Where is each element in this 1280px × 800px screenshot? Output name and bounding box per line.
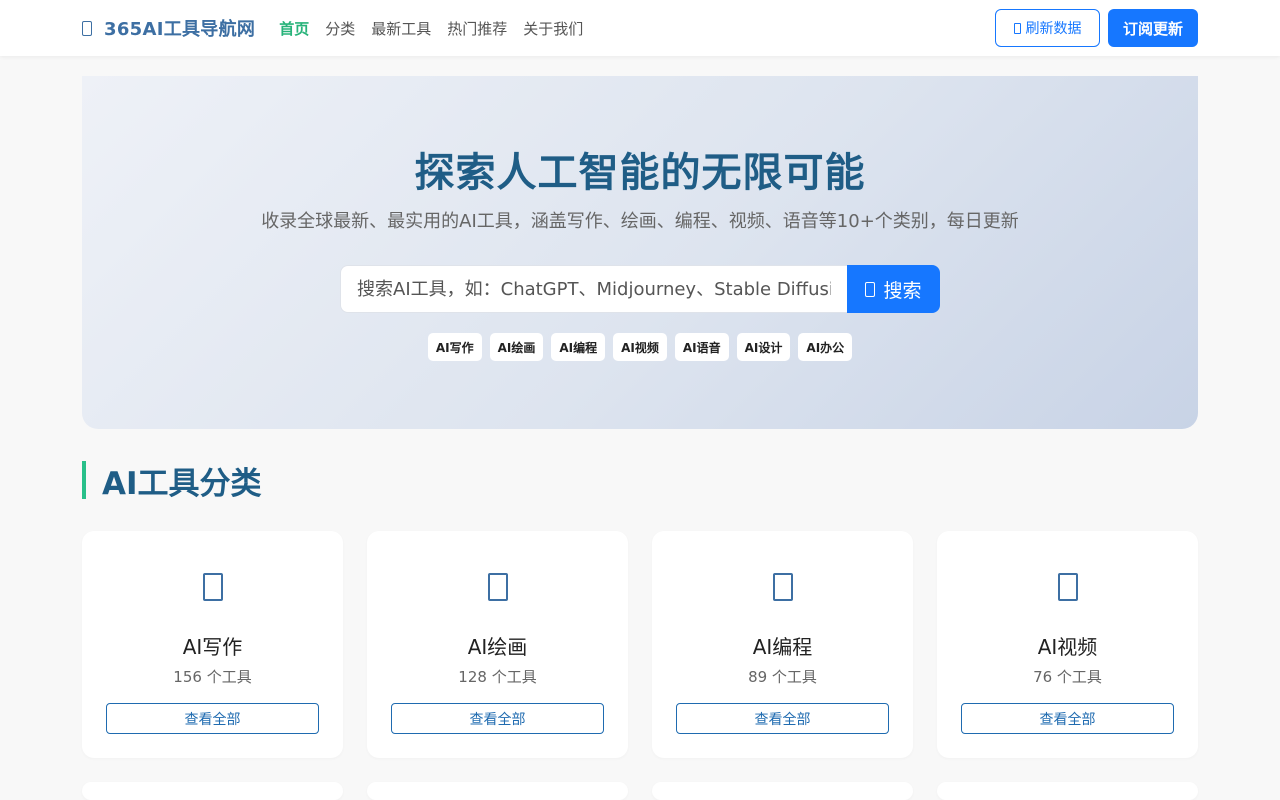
palette-icon bbox=[488, 573, 508, 601]
category-card-next-row[interactable] bbox=[652, 782, 913, 800]
tag-ai-office[interactable]: AI办公 bbox=[798, 333, 853, 361]
category-name: AI编程 bbox=[752, 635, 813, 659]
search-input[interactable] bbox=[340, 265, 847, 313]
search-bar: 搜索 bbox=[340, 265, 940, 313]
hero-subtitle: 收录全球最新、最实用的AI工具，涵盖写作、绘画、编程、视频、语音等10+个类别，… bbox=[261, 211, 1019, 232]
category-count: 89 个工具 bbox=[748, 668, 817, 686]
nav-link-categories[interactable]: 分类 bbox=[325, 18, 355, 39]
category-name: AI视频 bbox=[1037, 635, 1098, 659]
category-name: AI绘画 bbox=[467, 635, 528, 659]
refresh-data-label: 刷新数据 bbox=[1025, 21, 1082, 37]
category-card-next-row[interactable] bbox=[82, 782, 343, 800]
view-all-button[interactable]: 查看全部 bbox=[961, 703, 1174, 734]
subscribe-button[interactable]: 订阅更新 bbox=[1108, 9, 1198, 47]
category-card-ai-coding[interactable]: AI编程 89 个工具 查看全部 bbox=[652, 531, 913, 758]
nav-link-home[interactable]: 首页 bbox=[279, 18, 309, 39]
tag-ai-writing[interactable]: AI写作 bbox=[427, 333, 482, 361]
hero-title: 探索人工智能的无限可能 bbox=[414, 150, 866, 196]
main-nav: 首页 分类 最新工具 热门推荐 关于我们 bbox=[279, 18, 599, 39]
site-logo[interactable]: 365AI工具导航网 bbox=[82, 15, 255, 41]
code-icon bbox=[773, 573, 793, 601]
category-count: 156 个工具 bbox=[173, 668, 252, 686]
category-card-ai-video[interactable]: AI视频 76 个工具 查看全部 bbox=[937, 531, 1198, 758]
category-card-ai-writing[interactable]: AI写作 156 个工具 查看全部 bbox=[82, 531, 343, 758]
category-card-next-row[interactable] bbox=[937, 782, 1198, 800]
category-card-next-row[interactable] bbox=[367, 782, 628, 800]
tag-ai-coding[interactable]: AI编程 bbox=[551, 333, 606, 361]
tag-ai-video[interactable]: AI视频 bbox=[613, 333, 667, 361]
tag-ai-design[interactable]: AI设计 bbox=[736, 333, 791, 361]
pen-icon bbox=[203, 573, 223, 601]
category-count: 128 个工具 bbox=[458, 668, 537, 686]
robot-icon bbox=[82, 20, 92, 36]
search-button-label: 搜索 bbox=[883, 279, 922, 302]
video-icon bbox=[1058, 573, 1078, 601]
header-actions: 刷新数据 订阅更新 bbox=[995, 9, 1198, 47]
section-title-categories: AI工具分类 bbox=[82, 461, 262, 502]
tag-ai-painting[interactable]: AI绘画 bbox=[489, 333, 544, 361]
category-count: 76 个工具 bbox=[1033, 668, 1102, 686]
view-all-button[interactable]: 查看全部 bbox=[676, 703, 889, 734]
nav-link-latest-tools[interactable]: 最新工具 bbox=[371, 18, 431, 39]
hero-banner: 探索人工智能的无限可能 收录全球最新、最实用的AI工具，涵盖写作、绘画、编程、视… bbox=[82, 76, 1198, 429]
site-logo-text: 365AI工具导航网 bbox=[104, 19, 256, 40]
quick-tags: AI写作 AI绘画 AI编程 AI视频 AI语音 AI设计 AI办公 bbox=[82, 333, 1198, 361]
navbar-inner: 365AI工具导航网 首页 分类 最新工具 热门推荐 关于我们 刷新数据 订阅更… bbox=[82, 0, 1198, 56]
search-icon bbox=[865, 281, 876, 297]
nav-link-hot-picks[interactable]: 热门推荐 bbox=[447, 18, 507, 39]
category-name: AI写作 bbox=[182, 635, 243, 659]
refresh-icon bbox=[1013, 22, 1021, 34]
view-all-button[interactable]: 查看全部 bbox=[106, 703, 319, 734]
tag-ai-voice[interactable]: AI语音 bbox=[674, 333, 729, 361]
top-navbar: 365AI工具导航网 首页 分类 最新工具 热门推荐 关于我们 刷新数据 订阅更… bbox=[0, 0, 1280, 56]
nav-link-about-us[interactable]: 关于我们 bbox=[523, 18, 583, 39]
category-card-ai-painting[interactable]: AI绘画 128 个工具 查看全部 bbox=[367, 531, 628, 758]
view-all-button[interactable]: 查看全部 bbox=[391, 703, 604, 734]
search-button[interactable]: 搜索 bbox=[847, 265, 940, 313]
refresh-data-button[interactable]: 刷新数据 bbox=[995, 9, 1100, 47]
